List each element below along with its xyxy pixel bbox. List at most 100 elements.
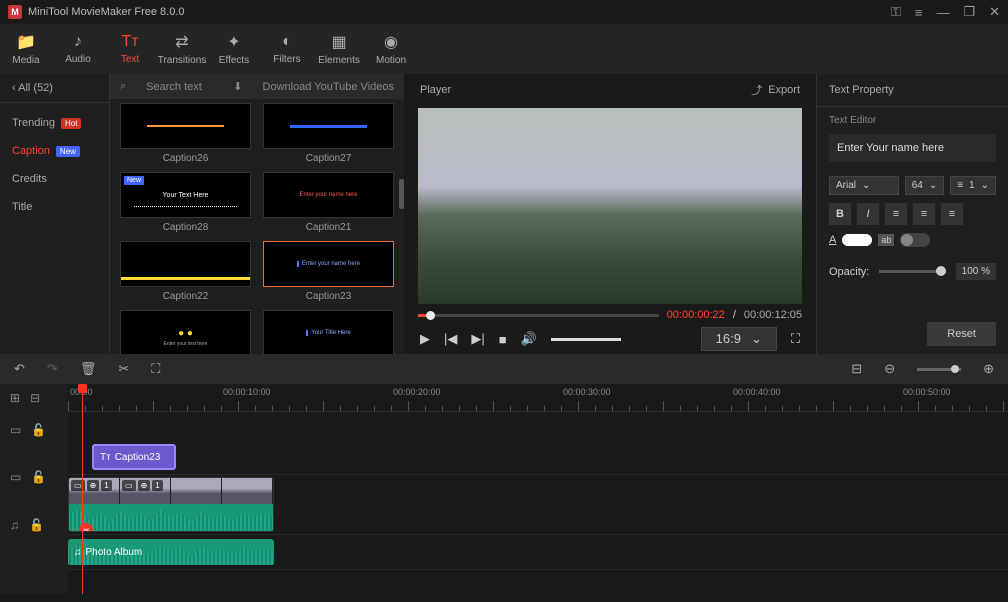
lock-icon[interactable]: 🔓: [31, 470, 46, 484]
playhead[interactable]: [82, 384, 83, 594]
opacity-knob[interactable]: [936, 266, 946, 276]
redo-icon[interactable]: ↷: [47, 361, 58, 377]
align-left-button[interactable]: ≡: [885, 203, 907, 225]
delete-icon[interactable]: 🗑: [80, 361, 97, 377]
app-title: MiniTool MovieMaker Free 8.0.0: [28, 6, 891, 18]
chevron-down-icon: ⌄: [751, 331, 762, 347]
key-icon[interactable]: ⚿: [891, 4, 901, 20]
video-clip[interactable]: ▭⊕1 ▭⊕1 ✂: [68, 477, 274, 532]
maximize-icon[interactable]: ❐: [963, 4, 975, 20]
aspect-select[interactable]: 16:9⌄: [701, 327, 777, 351]
prev-icon[interactable]: |◀: [444, 331, 457, 347]
stop-icon[interactable]: ■: [499, 332, 507, 347]
close-icon[interactable]: ✕: [989, 4, 1000, 20]
export-button[interactable]: ⤴Export: [751, 82, 800, 98]
bold-button[interactable]: B: [829, 203, 851, 225]
fullscreen-icon[interactable]: ⛶: [791, 331, 800, 347]
category-title[interactable]: Title: [0, 193, 109, 221]
timeline-gutter: ⊞ ⊟ ▭ 🔓 ▭ 🔓 ♫ 🔓: [0, 384, 68, 594]
collapse-icon[interactable]: ⊟: [30, 391, 40, 405]
video-preview[interactable]: [418, 108, 802, 304]
toolbar-transitions[interactable]: ⇄Transitions: [156, 24, 208, 74]
text-editor-input[interactable]: Enter Your name here: [829, 134, 996, 162]
toolbar-filters[interactable]: ◐Filters: [261, 24, 313, 74]
add-track-icon[interactable]: ⊞: [10, 391, 20, 405]
italic-button[interactable]: I: [857, 203, 879, 225]
font-select[interactable]: Arial⌄: [829, 176, 899, 195]
text-track[interactable]: TᴛCaption23: [68, 440, 1008, 475]
cut-icon[interactable]: ✂: [118, 361, 129, 377]
library-item[interactable]: Your Title Here: [263, 310, 394, 354]
volume-icon[interactable]: 🔊: [521, 331, 537, 347]
caption-clip[interactable]: TᴛCaption23: [92, 444, 176, 470]
library-item[interactable]: Caption27: [263, 103, 394, 164]
crop-icon[interactable]: ⛶: [151, 361, 160, 377]
category-trending[interactable]: TrendingHot: [0, 109, 109, 137]
zoom-out-icon[interactable]: ⊖: [884, 361, 895, 377]
progress-knob[interactable]: [426, 311, 435, 320]
audio-clip[interactable]: ♫ Photo Album: [68, 539, 274, 565]
library-item[interactable]: Enter your name hereCaption21: [263, 172, 394, 233]
video-track[interactable]: ▭⊕1 ▭⊕1 ✂: [68, 475, 1008, 535]
search-input[interactable]: Search text: [146, 81, 213, 93]
category-all[interactable]: All (52): [0, 74, 109, 103]
zoom-in-icon[interactable]: ⊕: [983, 361, 994, 377]
menu-icon[interactable]: ≡: [915, 5, 923, 20]
toolbar-motion[interactable]: ◉Motion: [365, 24, 417, 74]
zoom-slider[interactable]: [917, 368, 961, 371]
toolbar-media[interactable]: 📁Media: [0, 24, 52, 74]
player-panel: Player ⤴Export 00:00:00:22 / 00:00:12:05…: [404, 74, 816, 354]
text-color-icon: A: [829, 234, 836, 246]
category-caption[interactable]: CaptionNew: [0, 137, 109, 165]
music-icon[interactable]: ♫: [10, 518, 19, 532]
category-credits[interactable]: Credits: [0, 165, 109, 193]
toolbar-audio[interactable]: ♪Audio: [52, 24, 104, 74]
chevron-down-icon: ⌄: [862, 180, 870, 191]
lock-icon[interactable]: 🔓: [31, 423, 46, 437]
progress-bar[interactable]: 00:00:00:22 / 00:00:12:05: [410, 306, 810, 324]
library-item[interactable]: ● ●Enter your text here: [120, 310, 251, 354]
toolbar-text[interactable]: TᴛText: [104, 24, 156, 74]
title-bar: M MiniTool MovieMaker Free 8.0.0 ⚿ ≡ — ❐…: [0, 0, 1008, 24]
next-icon[interactable]: ▶|: [471, 331, 484, 347]
volume-slider[interactable]: [551, 338, 621, 341]
motion-icon: ◉: [384, 32, 398, 52]
scrollbar[interactable]: [399, 179, 404, 209]
timeline-tracks[interactable]: 00:00 00:00:10:00 00:00:20:00 00:00:30:0…: [68, 384, 1008, 594]
music-icon: ♫: [74, 547, 82, 558]
app-logo-icon: M: [8, 5, 22, 19]
library-item[interactable]: Enter your name hereCaption23: [263, 241, 394, 302]
align-center-button[interactable]: ≡: [913, 203, 935, 225]
minimize-icon[interactable]: —: [936, 5, 949, 20]
main-toolbar: 📁Media ♪Audio TᴛText ⇄Transitions ✦Effec…: [0, 24, 1008, 74]
timeline-ruler[interactable]: 00:00 00:00:10:00 00:00:20:00 00:00:30:0…: [68, 384, 1008, 412]
time-total: 00:00:12:05: [744, 309, 802, 321]
size-select[interactable]: 64⌄: [905, 176, 945, 195]
text-icon: Tᴛ: [100, 452, 111, 463]
library-item[interactable]: NewYour Text HereCaption28: [120, 172, 251, 233]
reset-button[interactable]: Reset: [927, 322, 996, 346]
chevron-down-icon: ⌄: [929, 180, 937, 191]
audio-track[interactable]: ♫ Photo Album: [68, 535, 1008, 570]
download-youtube[interactable]: Download YouTube Videos: [263, 81, 395, 93]
toolbar-effects[interactable]: ✦Effects: [208, 24, 260, 74]
library-item[interactable]: Caption26: [120, 103, 251, 164]
track-visibility-icon[interactable]: ▭: [10, 470, 21, 484]
fit-icon[interactable]: ⊟: [851, 361, 862, 377]
spacing-select[interactable]: ≡1⌄: [950, 176, 996, 195]
play-icon[interactable]: ▶: [420, 331, 430, 347]
toolbar-elements[interactable]: ▦Elements: [313, 24, 365, 74]
download-icon: ⬇: [233, 80, 242, 93]
undo-icon[interactable]: ↶: [14, 361, 25, 377]
color-swatch[interactable]: [842, 234, 872, 246]
align-right-button[interactable]: ≡: [941, 203, 963, 225]
track-visibility-icon[interactable]: ▭: [10, 423, 21, 437]
text-editor-label: Text Editor: [817, 107, 1008, 134]
library-panel: ⌕ Search text ⬇ Download YouTube Videos …: [110, 74, 404, 354]
progress-track[interactable]: [418, 314, 659, 317]
library-item[interactable]: Caption22: [120, 241, 251, 302]
timeline-toolbar: ↶ ↷ 🗑 ✂ ⛶ ⊟ ⊖ ⊕: [0, 354, 1008, 384]
opacity-slider[interactable]: [879, 270, 945, 273]
lock-icon[interactable]: 🔓: [29, 518, 44, 532]
highlight-toggle[interactable]: [900, 233, 930, 247]
